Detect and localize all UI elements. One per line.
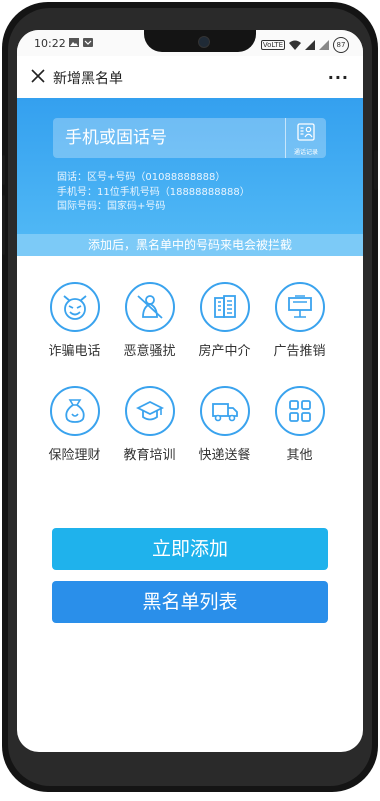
app-notification-icon [83,38,93,47]
hint-international: 国际号码：国家码+号码 [57,201,166,212]
input-banner: 手机或固话号 通话记录 固话：区号+号码（01088888888） 手机号：11… [17,98,363,234]
wifi-icon [289,40,301,50]
contact-card-icon [297,123,315,141]
harassment-icon [136,295,163,319]
blacklist-button[interactable]: 黑名单列表 [52,581,328,623]
category-delivery[interactable]: 快递送餐 [187,386,262,463]
category-label: 诈骗电话 [48,344,101,359]
more-menu-button[interactable]: ··· [328,68,349,87]
category-other[interactable]: 其他 [262,386,337,463]
signal-icon [319,40,329,50]
signal-icon [305,40,315,50]
category-label: 保险理财 [48,448,101,463]
category-fraud[interactable]: 诈骗电话 [37,282,112,359]
screen: 10:22 VoLTE 87 新增黑名单 ··· 手机或固话号 通话记录 固话：… [17,30,363,752]
category-label: 其他 [286,448,313,463]
category-real-estate[interactable]: 房产中介 [187,282,262,359]
add-now-button[interactable]: 立即添加 [52,528,328,570]
phone-number-input[interactable]: 手机或固话号 [53,118,285,158]
front-camera [198,36,210,48]
hint-mobile: 手机号：11位手机号码（18888888888） [57,186,250,198]
format-hints: 固话：区号+号码（01088888888） 手机号：11位手机号码（188888… [57,171,250,215]
category-insurance[interactable]: 保险理财 [37,386,112,463]
call-records-button[interactable]: 通话记录 [285,118,326,158]
battery-icon: 87 [333,37,349,53]
nav-bar: 新增黑名单 ··· [17,56,363,99]
category-education[interactable]: 教育培训 [112,386,187,463]
money-bag-icon [64,399,85,423]
category-label: 房产中介 [198,344,251,359]
category-label: 快递送餐 [198,448,251,463]
gallery-notification-icon [69,38,79,47]
power-button [374,150,378,190]
devil-icon [62,295,87,320]
close-icon[interactable] [29,66,47,86]
block-notice: 添加后，黑名单中的号码来电会被拦截 [17,234,363,256]
volte-badge: VoLTE [260,40,285,50]
call-records-label: 通话记录 [293,149,318,156]
notch [144,30,256,52]
grid-icon [288,400,311,422]
category-label: 恶意骚扰 [123,344,176,359]
graduation-cap-icon [135,400,164,421]
delivery-truck-icon [211,403,238,422]
hint-landline: 固话：区号+号码（01088888888） [57,172,226,183]
billboard-icon [287,295,312,318]
category-advertising[interactable]: 广告推销 [262,282,337,359]
category-harassment[interactable]: 恶意骚扰 [112,282,187,359]
category-label: 教育培训 [123,448,176,463]
category-label: 广告推销 [273,344,326,359]
page-title: 新增黑名单 [53,71,123,87]
building-icon [213,295,236,318]
volume-button [2,195,5,255]
volume-button [2,155,5,185]
status-time: 10:22 [34,37,66,50]
